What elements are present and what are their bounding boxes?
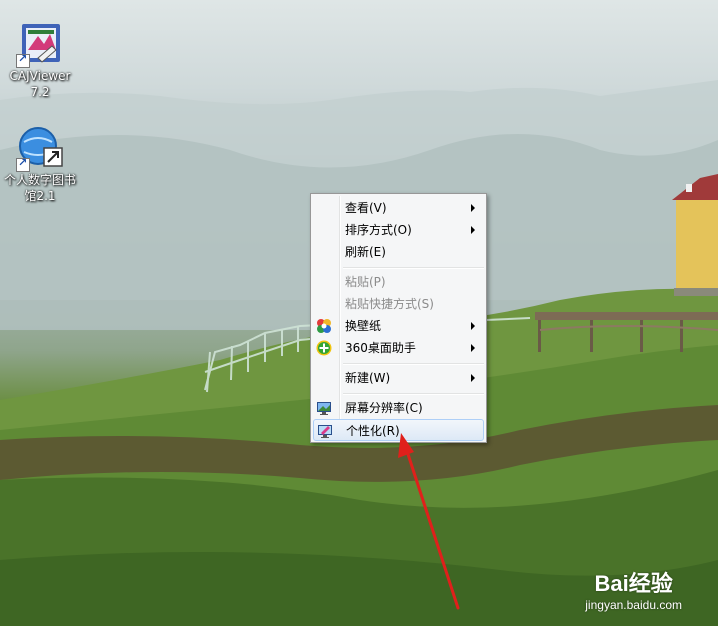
desktop-wallpaper[interactable]: CAJViewer 7.2 个人数字图书 馆2.1 查看(V) 排序方式(O) — [0, 0, 718, 626]
baidu-jingyan-watermark: Bai经验 jingyan.baidu.com — [585, 566, 682, 612]
watermark-brand: Bai经验 — [594, 571, 673, 596]
annotation-arrow — [398, 433, 460, 610]
watermark-url: jingyan.baidu.com — [585, 598, 682, 612]
